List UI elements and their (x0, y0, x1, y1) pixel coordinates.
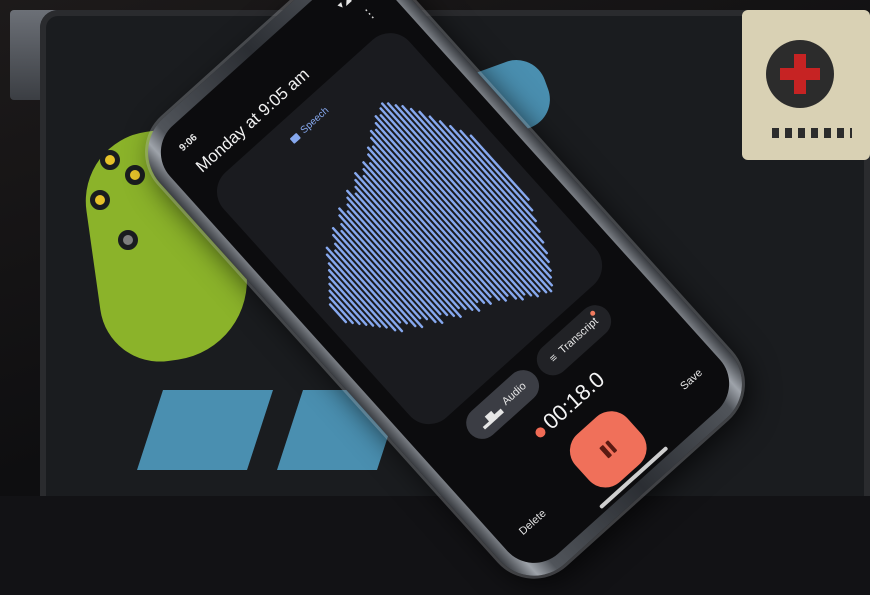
pause-icon (599, 440, 618, 459)
tab-transcript-label: Transcript (556, 315, 601, 357)
dpad-icon (766, 40, 834, 108)
mat-button-dot (125, 165, 145, 185)
mat-button-dot (90, 190, 110, 210)
waveform-bar (374, 115, 540, 298)
status-time: 9:06 (177, 132, 200, 154)
waveform-bar (362, 161, 492, 305)
mat-blue-letter (137, 390, 273, 470)
delete-button[interactable]: Delete (517, 508, 549, 538)
recording-indicator-icon (533, 425, 548, 440)
waveform-bar (418, 110, 549, 255)
waveform-icon: ▂▆▃ (476, 403, 504, 430)
lines-icon: ≡ (547, 351, 561, 365)
speech-label: Speech (298, 105, 332, 137)
save-button[interactable]: Save (678, 367, 705, 393)
retro-controller-card (742, 10, 870, 160)
waveform-bar (328, 282, 368, 326)
mat-button-dot (100, 150, 120, 170)
tab-audio-label: Audio (499, 380, 529, 408)
more-menu-icon[interactable]: ⋮ (359, 3, 381, 25)
card-stripes (772, 128, 852, 138)
speech-icon (289, 132, 301, 144)
status-icons: ▾◢▮ (335, 0, 359, 12)
mat-button-dot (118, 230, 138, 250)
waveform-bar (370, 136, 518, 300)
